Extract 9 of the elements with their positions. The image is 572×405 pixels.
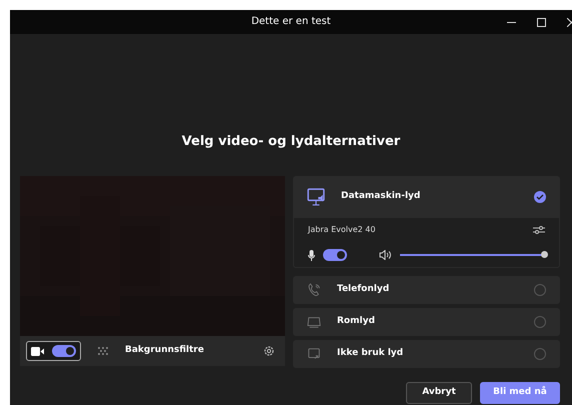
- device-name: Jabra Evolve2 40: [308, 224, 376, 236]
- audio-option[interactable]: Ikke bruk lyd: [293, 340, 560, 368]
- audio-option[interactable]: Datamaskin-lyd: [293, 176, 560, 218]
- audio-option[interactable]: Telefonlyd: [293, 276, 560, 304]
- background-filters-label[interactable]: Bakgrunnsfiltre: [125, 344, 247, 358]
- dialog-heading: Velg video- og lydalternativer: [182, 134, 400, 149]
- cancel-button[interactable]: Avbryt: [406, 382, 472, 404]
- window-title: Dette er en test: [251, 16, 331, 28]
- audio-option[interactable]: Romlyd: [293, 308, 560, 336]
